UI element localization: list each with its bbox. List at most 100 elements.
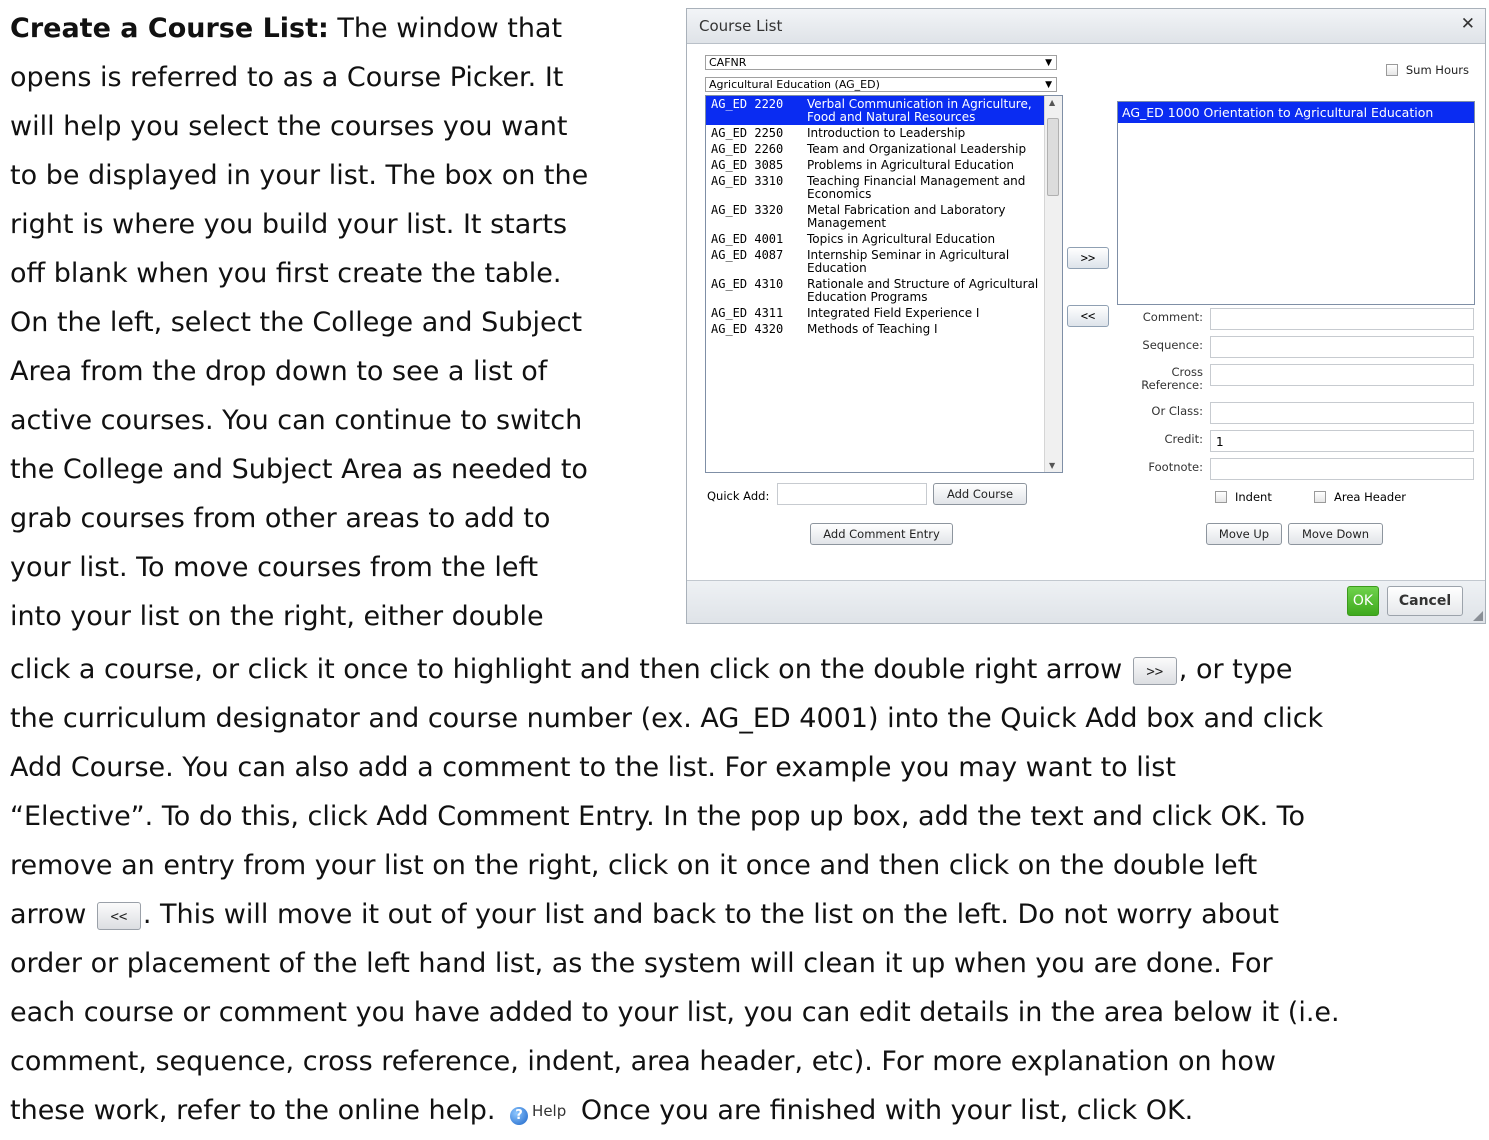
list-item[interactable]: AG_ED 4320 Methods of Teaching I <box>706 321 1062 337</box>
course-title: Internship Seminar in Agricultural Educa… <box>807 248 1010 275</box>
course-title: Problems in Agricultural Education <box>807 158 1014 172</box>
help-button-image: ? Help <box>510 1087 566 1136</box>
list-item[interactable]: AG_ED 4310 Rationale and Structure of Agr… <box>706 276 1062 305</box>
subject-select-value: Agricultural Education (AG_ED) <box>709 78 880 91</box>
instructions-paragraph: click a course, or click it once to high… <box>10 645 1485 1136</box>
selected-courses-list[interactable]: AG_ED 1000 Orientation to Agricultural E… <box>1117 101 1475 305</box>
intro-line: into your list on the right, either doub… <box>10 601 544 632</box>
intro-line: right is where you build your list. It s… <box>10 209 568 240</box>
move-up-button[interactable]: Move Up <box>1206 523 1282 545</box>
chevron-down-icon: ▼ <box>1045 58 1052 68</box>
ok-button[interactable]: OK <box>1347 586 1379 616</box>
credit-field[interactable]: 1 <box>1210 430 1474 452</box>
sum-hours-checkbox[interactable]: Sum Hours <box>1385 63 1469 77</box>
list-item[interactable]: AG_ED 2220 Verbal Communication in Agricu… <box>706 96 1062 125</box>
add-comment-entry-button[interactable]: Add Comment Entry <box>810 523 953 545</box>
cross-reference-field[interactable] <box>1210 364 1474 386</box>
instruction-text: , or type <box>1178 654 1293 685</box>
list-item[interactable]: AG_ED 4311 Integrated Field Experience I <box>706 305 1062 321</box>
course-code: AG_ED 4087 <box>711 248 784 262</box>
course-code: AG_ED 2250 <box>711 126 784 140</box>
scrollbar-thumb[interactable] <box>1047 118 1059 196</box>
dialog-footer: OK Cancel <box>687 580 1485 623</box>
help-label: Help <box>532 1102 567 1120</box>
footnote-field[interactable] <box>1210 458 1474 480</box>
instruction-text: . This will move it out of your list and… <box>142 899 1279 930</box>
course-code: AG_ED 3085 <box>711 158 784 172</box>
list-scrollbar[interactable]: ▲ ▼ <box>1044 96 1062 472</box>
course-code: AG_ED 3320 <box>711 203 784 217</box>
move-right-button[interactable]: >> <box>1067 247 1109 269</box>
course-title: Teaching Financial Management and Econom… <box>807 174 1026 201</box>
comment-field[interactable] <box>1210 308 1474 330</box>
checkbox-icon <box>1314 491 1326 503</box>
or-class-label: Or Class: <box>1151 404 1203 418</box>
cross-reference-label-line: Cross <box>1171 365 1203 379</box>
course-code: AG_ED 2260 <box>711 142 784 156</box>
instruction-text: Once you are finished with your list, cl… <box>572 1095 1194 1126</box>
course-code: AG_ED 4310 <box>711 277 784 291</box>
course-code: AG_ED 4311 <box>711 306 784 320</box>
instruction-line: click a course, or click it once to high… <box>10 645 1485 694</box>
sequence-field[interactable] <box>1210 336 1474 358</box>
move-down-button[interactable]: Move Down <box>1288 523 1383 545</box>
chevron-down-icon: ▼ <box>1045 80 1052 90</box>
area-header-checkbox[interactable]: Area Header <box>1314 490 1406 504</box>
list-item[interactable]: AG_ED 1000 Orientation to Agricultural E… <box>1118 102 1474 123</box>
or-class-field[interactable] <box>1210 402 1474 424</box>
cancel-button[interactable]: Cancel <box>1387 586 1463 616</box>
cross-reference-label-line: Reference: <box>1141 378 1203 392</box>
list-item[interactable]: AG_ED 4087 Internship Seminar in Agricult… <box>706 247 1062 276</box>
add-course-button[interactable]: Add Course <box>933 483 1027 505</box>
checkbox-icon <box>1385 64 1398 76</box>
double-left-arrow-image: << <box>96 901 141 930</box>
indent-checkbox[interactable]: Indent <box>1215 490 1272 504</box>
intro-line: your list. To move courses from the left <box>10 552 539 583</box>
instruction-line: order or placement of the left hand list… <box>10 948 1273 979</box>
instruction-line: Add Course. You can also add a comment t… <box>10 752 1176 783</box>
list-item[interactable]: AG_ED 2250 Introduction to Leadership <box>706 125 1062 141</box>
intro-line: Create a Course List: The window that <box>10 4 670 53</box>
instruction-line: remove an entry from your list on the ri… <box>10 850 1258 881</box>
instruction-line: each course or comment you have added to… <box>10 997 1340 1028</box>
subject-select[interactable]: Agricultural Education (AG_ED) ▼ <box>705 77 1057 92</box>
course-code: AG_ED 3310 <box>711 174 784 188</box>
course-title: Introduction to Leadership <box>807 126 966 140</box>
dialog-title: Course List <box>699 17 783 35</box>
intro-line: off blank when you first create the tabl… <box>10 258 562 289</box>
help-icon: ? <box>510 1107 529 1125</box>
college-select-value: CAFNR <box>709 56 747 69</box>
course-title: Integrated Field Experience I <box>807 306 980 320</box>
list-item[interactable]: AG_ED 4001 Topics in Agricultural Educati… <box>706 231 1062 247</box>
intro-paragraph: Create a Course List: The window that op… <box>10 4 670 641</box>
intro-line: grab courses from other areas to add to <box>10 503 551 534</box>
college-select[interactable]: CAFNR ▼ <box>705 55 1057 70</box>
double-right-arrow-image: >> <box>1132 656 1177 685</box>
intro-line: to be displayed in your list. The box on… <box>10 160 589 191</box>
resize-grip[interactable] <box>1473 611 1483 621</box>
list-item[interactable]: AG_ED 3085 Problems in Agricultural Educa… <box>706 157 1062 173</box>
list-item[interactable]: AG_ED 2260 Team and Organizational Leader… <box>706 141 1062 157</box>
intro-line: opens is referred to as a Course Picker.… <box>10 62 564 93</box>
scroll-up-icon[interactable]: ▲ <box>1049 98 1055 107</box>
scroll-down-icon[interactable]: ▼ <box>1049 461 1055 470</box>
list-item[interactable]: AG_ED 3320 Metal Fabrication and Laborato… <box>706 202 1062 231</box>
course-title: Metal Fabrication and Laboratory Managem… <box>807 203 1006 230</box>
course-code: AG_ED 4320 <box>711 322 784 336</box>
available-courses-list[interactable]: AG_ED 2220 Verbal Communication in Agricu… <box>705 95 1063 473</box>
instruction-line: “Elective”. To do this, click Add Commen… <box>10 801 1306 832</box>
quick-add-input[interactable] <box>777 483 927 505</box>
sequence-label: Sequence: <box>1142 338 1203 352</box>
close-icon[interactable]: ✕ <box>1461 14 1475 34</box>
intro-text: The window that <box>328 13 563 44</box>
cross-reference-label: Cross Reference: <box>1141 366 1203 392</box>
area-header-label: Area Header <box>1334 490 1406 504</box>
indent-label: Indent <box>1235 490 1272 504</box>
quick-add-label: Quick Add: <box>707 489 770 503</box>
list-item[interactable]: AG_ED 3310 Teaching Financial Management … <box>706 173 1062 202</box>
intro-line: active courses. You can continue to swit… <box>10 405 583 436</box>
course-code: AG_ED 2220 <box>711 97 784 111</box>
instruction-text: arrow <box>10 899 95 930</box>
sum-hours-label: Sum Hours <box>1405 63 1469 77</box>
move-left-button[interactable]: << <box>1067 305 1109 327</box>
